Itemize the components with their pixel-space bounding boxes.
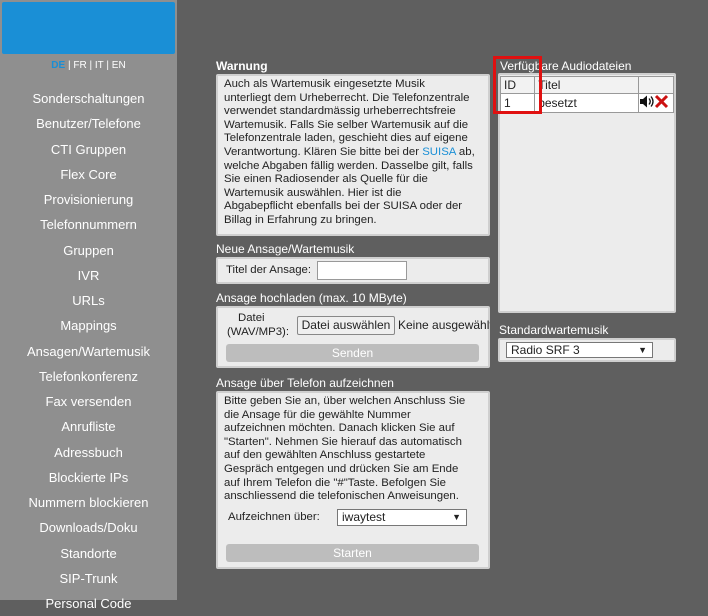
lang-en[interactable]: EN [112, 60, 126, 71]
no-file-text: Keine ausgewählt [398, 318, 490, 332]
nav-item[interactable]: Blockierte IPs [0, 465, 177, 490]
nav-item[interactable]: IVR [0, 263, 177, 288]
nav-item[interactable]: CTI Gruppen [0, 137, 177, 162]
nav-item[interactable]: SIP-Trunk [0, 566, 177, 591]
record-via-label: Aufzeichnen über: [228, 511, 320, 523]
warning-text: Auch als Wartemusik eingesetzte Musik un… [224, 78, 475, 226]
upload-title: Ansage hochladen (max. 10 MByte) [216, 291, 407, 305]
nav-item[interactable]: Sonderschaltungen [0, 86, 177, 111]
dropdown-arrow-icon: ▼ [452, 512, 461, 522]
nav-item[interactable]: Personal Code [0, 591, 177, 616]
nav-item-active[interactable]: Ansagen/Wartemusik [0, 339, 177, 364]
row-actions [640, 94, 669, 109]
new-announcement-title: Neue Ansage/Wartemusik [216, 242, 355, 256]
nav-item[interactable]: Anrufliste [0, 414, 177, 439]
warning-title: Warnung [216, 59, 268, 73]
nav-item[interactable]: Standorte [0, 541, 177, 566]
suisa-link[interactable]: SUISA [422, 146, 456, 158]
start-button[interactable]: Starten [226, 544, 479, 562]
nav-item[interactable]: Flex Core [0, 162, 177, 187]
speaker-icon[interactable] [640, 95, 654, 108]
default-music-select[interactable]: Radio SRF 3 ▼ [506, 342, 653, 358]
nav-item[interactable]: Mappings [0, 313, 177, 338]
logo-banner [2, 2, 175, 54]
choose-file-button[interactable]: Datei auswählen [297, 316, 395, 335]
row-title: besetzt [534, 93, 640, 113]
announcement-title-label: Titel der Ansage: [226, 264, 312, 276]
nav-item[interactable]: Gruppen [0, 238, 177, 263]
record-via-select[interactable]: iwaytest ▼ [337, 509, 467, 526]
file-label-2: (WAV/MP3): [227, 326, 290, 338]
nav-item[interactable]: Nummern blockieren [0, 490, 177, 515]
nav-item[interactable]: Benutzer/Telefone [0, 111, 177, 136]
dropdown-arrow-icon: ▼ [638, 345, 647, 355]
nav-item[interactable]: Telefonnummern [0, 212, 177, 237]
main-nav: Sonderschaltungen Benutzer/Telefone CTI … [0, 86, 177, 616]
delete-icon[interactable] [655, 94, 669, 109]
nav-item[interactable]: Adressbuch [0, 440, 177, 465]
language-switcher: DE | FR | IT | EN [51, 60, 126, 71]
nav-item[interactable]: Fax versenden [0, 389, 177, 414]
announcement-title-input[interactable] [317, 261, 407, 280]
nav-item[interactable]: Downloads/Doku [0, 515, 177, 540]
lang-de[interactable]: DE [51, 60, 65, 71]
sidebar: DE | FR | IT | EN Sonderschaltungen Benu… [0, 0, 177, 611]
col-header-title: Titel [534, 76, 640, 94]
record-title: Ansage über Telefon aufzeichnen [216, 376, 394, 390]
lang-it[interactable]: IT [95, 60, 104, 71]
nav-item[interactable]: Provisionierung [0, 187, 177, 212]
annotation-highlight-box [493, 56, 542, 114]
send-button[interactable]: Senden [226, 344, 479, 362]
file-label-1: Datei [238, 312, 265, 324]
record-text: Bitte geben Sie an, über welchen Anschlu… [224, 395, 466, 503]
lang-fr[interactable]: FR [73, 60, 86, 71]
nav-item[interactable]: Telefonkonferenz [0, 364, 177, 389]
nav-item[interactable]: URLs [0, 288, 177, 313]
default-music-title: Standardwartemusik [499, 323, 609, 337]
